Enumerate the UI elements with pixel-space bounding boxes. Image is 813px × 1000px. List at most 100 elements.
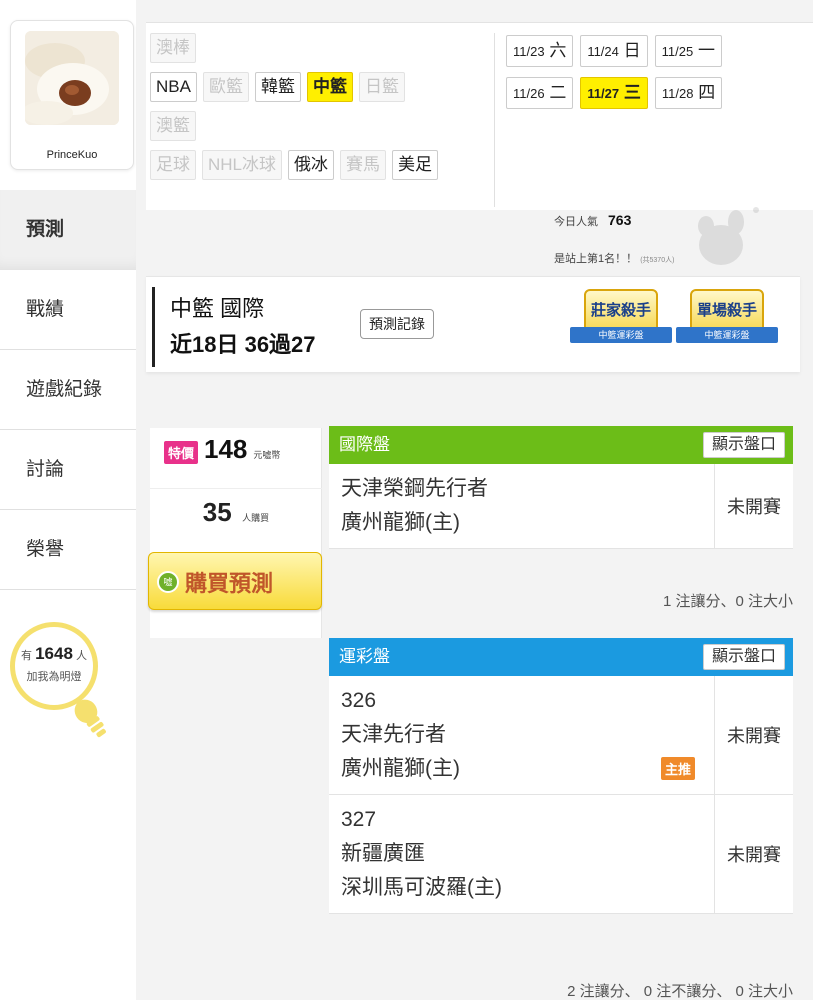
sport-tag[interactable]: 俄冰 <box>288 150 335 180</box>
prediction-record-button[interactable]: 預測記錄 <box>360 309 434 339</box>
banker-killer-badge[interactable]: 莊家殺手 中籃運彩盤 <box>570 287 672 349</box>
rank-text: 是站上第1名！！ <box>554 253 638 265</box>
avatar[interactable] <box>25 31 119 125</box>
sidebar-item[interactable]: 榮譽 <box>0 510 136 590</box>
date-button[interactable]: 11/27 三 <box>580 77 648 109</box>
sport-tag[interactable]: 中籃 <box>306 72 353 102</box>
sport-row: 澳棒 <box>150 33 490 65</box>
sidebar-item[interactable]: 遊戲紀錄 <box>0 350 136 430</box>
date-weekday: 一 <box>697 41 715 60</box>
username: PrinceKuo <box>46 149 98 161</box>
prediction-header: 中籃 國際 近18日 36過27 預測記錄 莊家殺手 中籃運彩盤 單場殺手 中籃… <box>146 276 800 372</box>
badge-title: 莊家殺手 <box>590 302 651 319</box>
date-value: 11/23 <box>513 44 545 59</box>
international-summary: 1 注讓分、0 注大小 <box>662 593 793 610</box>
match-line: 327 <box>341 808 377 831</box>
badge-ribbon: 中籃運彩盤 <box>676 327 778 343</box>
date-row: 11/23 六 11/24 日 11/25 一 <box>506 35 806 67</box>
bun-image <box>25 31 119 125</box>
league-title: 中籃 國際 <box>170 296 265 321</box>
sport-tag[interactable]: NHL冰球 <box>202 150 283 180</box>
match-teams: 326 天津先行者 廣州龍獅(主) <box>329 676 715 794</box>
lamp-suffix: 人 <box>75 650 87 662</box>
price-value: 148 <box>204 434 248 464</box>
sport-tag[interactable]: 賽馬 <box>340 150 387 180</box>
sidebar-item[interactable]: 戰績 <box>0 270 136 350</box>
show-odds-button[interactable]: 顯示盤口 <box>702 432 785 458</box>
section-title: 國際盤 <box>339 435 390 454</box>
badge-ribbon: 中籃運彩盤 <box>570 327 672 343</box>
match-row[interactable]: 326 天津先行者 廣州龍獅(主) 未開賽 主推 <box>329 676 793 795</box>
sidebar-item[interactable]: 預測 <box>0 190 136 270</box>
match-list: 326 天津先行者 廣州龍獅(主) 未開賽 主推 327 新疆廣匯 深圳馬可波羅(主) 未開賽 <box>329 676 793 914</box>
lottery-summary: 2 注讓分、 0 注不讓分、 0 注大小 <box>567 983 793 1000</box>
special-price-tag: 特價 <box>164 441 199 464</box>
single-game-killer-badge[interactable]: 單場殺手 中籃運彩盤 <box>676 287 778 349</box>
buyers-unit: 人購買 <box>242 513 270 523</box>
match-list: 天津榮鋼先行者 廣州龍獅(主) 未開賽 <box>329 464 793 549</box>
date-button[interactable]: 11/26 二 <box>506 77 574 109</box>
buy-label: 購買預測 <box>185 571 274 596</box>
buyers-value: 35 <box>202 497 232 527</box>
show-odds-button[interactable]: 顯示盤口 <box>702 644 785 670</box>
page-root: PrinceKuo 預測 戰績 遊戲紀錄 討論 榮譽 有 1648 人 加我為明燈 <box>0 0 813 1000</box>
lamp-caption: 加我為明燈 <box>26 671 82 683</box>
price: 特價 148 元噓幣 <box>164 434 280 465</box>
date-value: 11/26 <box>513 86 545 101</box>
lamp-count: 1648 <box>35 644 73 663</box>
sport-tag[interactable]: 歐籃 <box>202 72 249 102</box>
buyer-count: 35 人購買 <box>150 488 322 528</box>
mascot-icon <box>698 207 759 265</box>
match-status: 未開賽 <box>727 726 781 746</box>
sport-row: 澳籃 <box>150 111 490 143</box>
match-line: 新疆廣匯 <box>341 842 425 865</box>
match-row[interactable]: 天津榮鋼先行者 廣州龍獅(主) 未開賽 <box>329 464 793 549</box>
sport-tag[interactable]: 足球 <box>150 150 196 180</box>
match-line: 廣州龍獅(主) <box>341 511 460 534</box>
profile-card[interactable]: PrinceKuo <box>10 20 134 170</box>
lamp-prefix: 有 <box>21 650 33 662</box>
date-button[interactable]: 11/23 六 <box>506 35 574 67</box>
date-weekday: 三 <box>623 83 641 102</box>
match-row[interactable]: 327 新疆廣匯深圳馬可波羅(主) 未開賽 <box>329 795 793 914</box>
price-unit: 元噓幣 <box>253 450 281 460</box>
coin-icon: 噓 <box>157 571 179 593</box>
date-weekday: 日 <box>623 41 641 60</box>
date-button[interactable]: 11/28 四 <box>654 77 723 109</box>
popularity-rank: 是站上第1名！！ (共5370人) <box>554 250 674 266</box>
match-line: 天津先行者 <box>341 723 446 746</box>
lottery-odds: 運彩盤 顯示盤口 326 天津先行者 廣州龍獅(主) 未開賽 主推 327 新疆廣匯 深圳馬可… <box>329 638 793 914</box>
sidebar-item[interactable]: 討論 <box>0 430 136 510</box>
sport-tag[interactable]: 韓籃 <box>254 72 301 102</box>
sport-tag[interactable]: NBA <box>150 72 197 102</box>
match-status: 未開賽 <box>727 497 781 517</box>
sport-tag[interactable]: 澳棒 <box>150 33 196 63</box>
match-teams: 327 新疆廣匯深圳馬可波羅(主) <box>329 795 715 913</box>
date-button[interactable]: 11/25 一 <box>654 35 722 67</box>
match-status: 未開賽 <box>727 845 781 865</box>
popularity-value: 763 <box>608 212 632 228</box>
sidebar: PrinceKuo 預測 戰績 遊戲紀錄 討論 榮譽 有 1648 人 加我為明燈 <box>0 0 136 1000</box>
sport-tag[interactable]: 美足 <box>392 150 439 180</box>
international-odds: 國際盤 顯示盤口 天津榮鋼先行者 廣州龍獅(主) 未開賽 <box>329 426 793 549</box>
date-value: 11/24 <box>587 44 619 59</box>
section-title: 運彩盤 <box>339 647 390 666</box>
date-value: 11/25 <box>661 44 694 59</box>
sport-row: 足球 NHL冰球 俄冰 賽馬 美足 <box>150 150 490 182</box>
lottery-odds-header: 運彩盤 顯示盤口 <box>329 638 793 676</box>
divider <box>494 33 495 207</box>
date-weekday: 六 <box>549 41 567 60</box>
popularity: 今日人氣 763 <box>554 212 631 229</box>
follower-lamp[interactable]: 有 1648 人 加我為明燈 <box>10 622 120 742</box>
featured-pick-tag: 主推 <box>661 757 696 780</box>
date-button[interactable]: 11/24 日 <box>580 35 648 67</box>
sport-filter: 澳棒 NBA 歐籃 韓籃 中籃 日籃澳籃足球 NHL冰球 俄冰 賽馬 美足 <box>150 33 490 189</box>
filter-bar: 澳棒 NBA 歐籃 韓籃 中籃 日籃 澳籃 足球 NHL冰球 俄冰 賽馬 美足 11/23 六 11/2… <box>146 22 813 210</box>
lamp-count-line: 有 1648 人 <box>10 644 98 664</box>
header-accent-bar <box>152 287 155 367</box>
sport-tag[interactable]: 日籃 <box>358 72 405 102</box>
buy-prediction-button[interactable]: 噓 購買預測 <box>148 552 322 610</box>
match-line: 深圳馬可波羅(主) <box>341 876 502 899</box>
match-line: 326 <box>341 689 377 712</box>
sport-tag[interactable]: 澳籃 <box>150 111 196 141</box>
